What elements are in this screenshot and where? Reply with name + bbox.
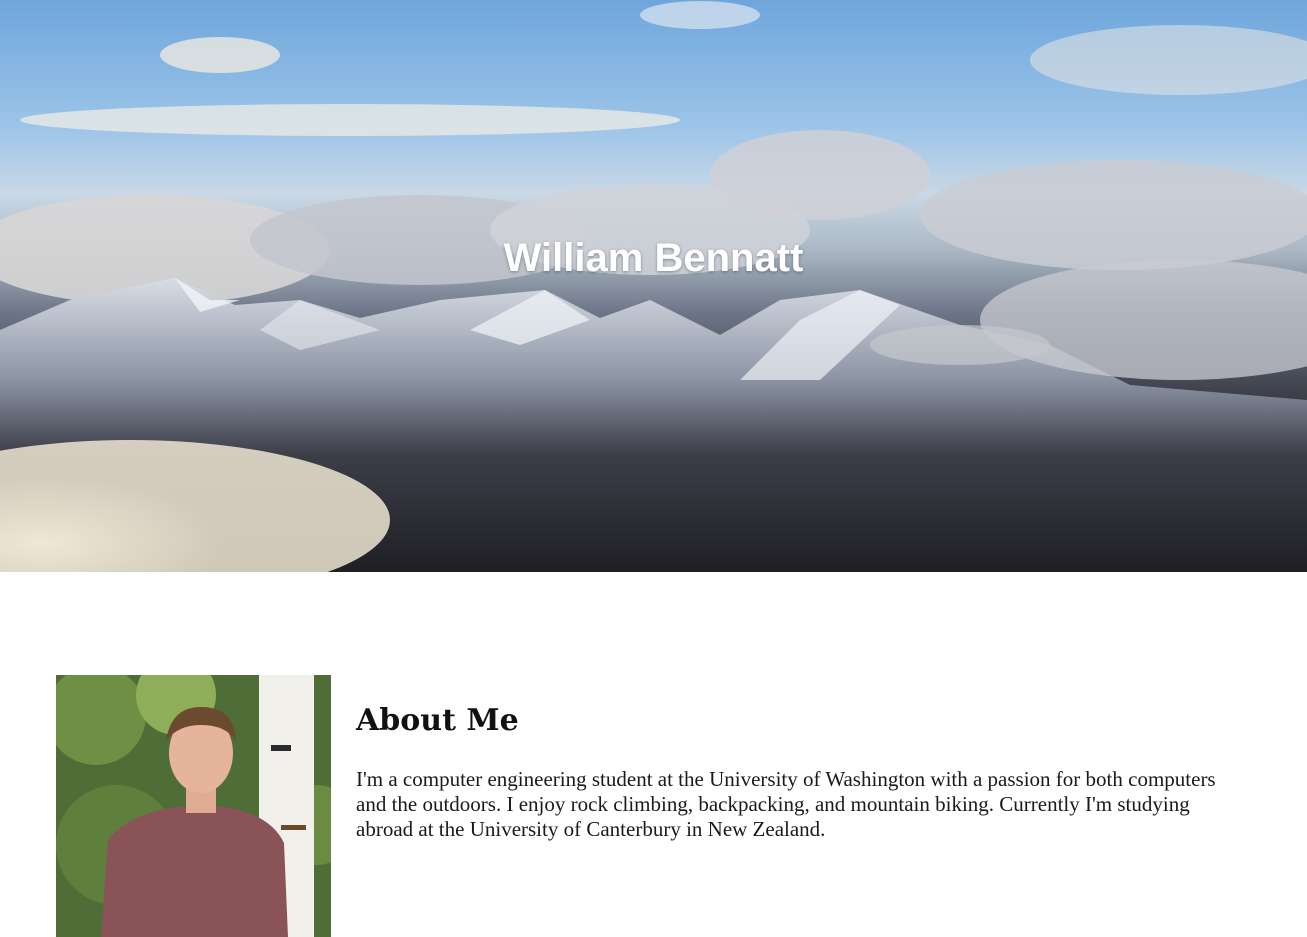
about-body: I'm a computer engineering student at th…	[356, 767, 1216, 841]
hero-banner: William Bennatt	[0, 0, 1307, 572]
portrait-photo	[56, 675, 331, 937]
about-heading: About Me	[356, 703, 519, 738]
mountain-clouds-photo	[0, 1, 1307, 572]
about-section: About Me I'm a computer engineering stud…	[56, 675, 1256, 937]
page-title: William Bennatt	[503, 236, 804, 280]
about-content: About Me I'm a computer engineering stud…	[356, 701, 1226, 842]
